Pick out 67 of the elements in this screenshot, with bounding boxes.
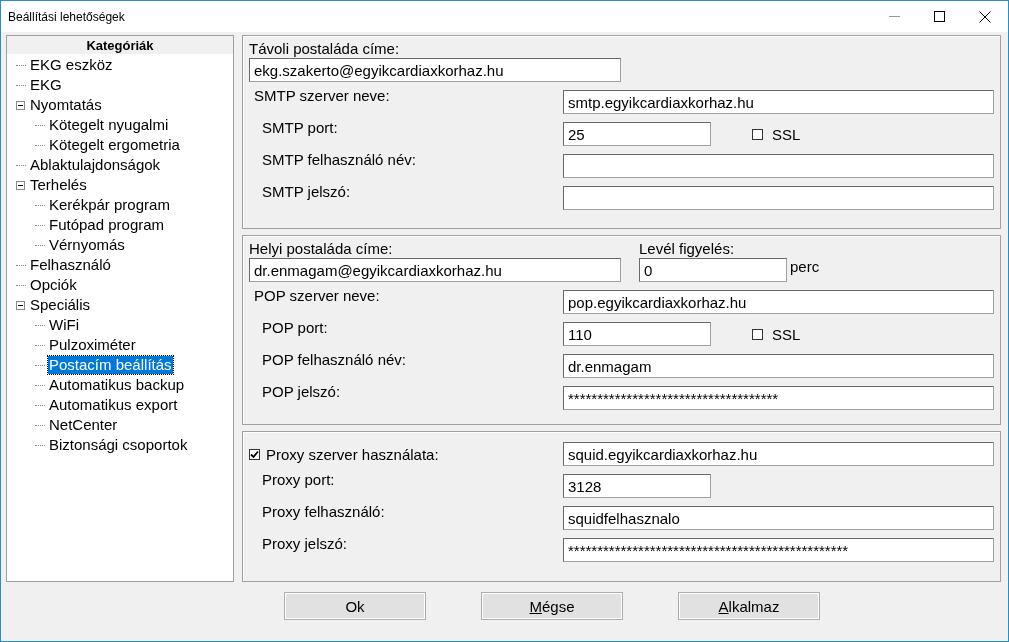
close-icon[interactable] (979, 10, 991, 23)
tree-item[interactable]: Futópad program (48, 216, 166, 234)
input-field[interactable]: dr.enmagam@egyikcardiaxkorhaz.hu (249, 258, 621, 282)
tree-item[interactable]: NetCenter (48, 416, 119, 434)
input-field[interactable]: ekg.szakerto@egyikcardiaxkorhaz.hu (249, 58, 621, 82)
field-label: SMTP jelszó: (262, 183, 351, 200)
collapse-icon[interactable] (16, 100, 25, 110)
field-label: Helyi postaláda címe: (249, 240, 394, 257)
field-label: Proxy port: (262, 471, 335, 488)
dialog-button[interactable]: Alkalmaz (678, 592, 820, 620)
checkbox[interactable] (752, 128, 763, 140)
tree-item[interactable]: Postacím beállítás (48, 356, 173, 374)
tree-item[interactable]: Kerékpár program (48, 196, 171, 214)
checkbox[interactable] (249, 448, 260, 460)
tree-item[interactable]: Automatikus backup (48, 376, 186, 394)
checkbox-label: SSL (772, 325, 801, 343)
field-label: Proxy felhasználó: (262, 503, 385, 520)
checkbox-label: SSL (772, 125, 801, 143)
field-label: POP port: (262, 319, 328, 336)
field-label: POP jelszó: (262, 383, 341, 400)
tree-item[interactable]: Nyomtatás (29, 96, 103, 114)
field-label: Levél figyelés: (639, 240, 736, 257)
collapse-icon[interactable] (16, 300, 25, 310)
input-field[interactable]: dr.enmagam (563, 354, 994, 378)
tree-item[interactable]: EKG (29, 76, 63, 94)
field-label: SMTP felhasználó név: (262, 151, 416, 168)
collapse-icon[interactable] (16, 180, 25, 190)
tree-item[interactable]: Ablaktulajdonságok (29, 156, 162, 174)
input-field[interactable]: smtp.egyikcardiaxkorhaz.hu (563, 90, 994, 114)
input-field[interactable]: 0 (639, 258, 787, 282)
input-field[interactable]: ************************************************ (563, 538, 994, 562)
tree-item[interactable]: Felhasználó (29, 256, 112, 274)
tree-item[interactable]: WiFi (48, 316, 80, 334)
tree-item[interactable]: Automatikus export (48, 396, 179, 414)
tree-item[interactable]: Kötegelt ergometria (48, 136, 181, 154)
tree-item[interactable]: Vérnyomás (48, 236, 126, 254)
input-field[interactable]: squid.egyikcardiaxkorhaz.hu (563, 442, 994, 466)
field-label: Proxy jelszó: (262, 535, 348, 552)
unit-label: perc (790, 257, 820, 275)
tree-header: Kategóriák (7, 36, 233, 54)
field-label: POP szerver neve: (254, 287, 380, 304)
tree-item[interactable]: Terhelés (29, 176, 88, 194)
tree-item[interactable]: Pulzoximéter (48, 336, 137, 354)
tree-item[interactable]: Kötegelt nyugalmi (48, 116, 170, 134)
input-field[interactable]: pop.egyikcardiaxkorhaz.hu (563, 290, 994, 314)
checkbox[interactable] (752, 328, 763, 340)
input-field[interactable]: squidfelhasznalo (563, 506, 994, 530)
input-field[interactable] (563, 186, 994, 210)
tree-item[interactable]: EKG eszköz (29, 56, 114, 74)
field-label: Távoli postaláda címe: (249, 40, 401, 57)
input-field[interactable]: 25 (563, 122, 711, 146)
window-title: Beállítási lehetőségek (7, 9, 125, 24)
tree-item[interactable]: Biztonsági csoportok (48, 436, 189, 454)
field-label: POP felhasználó név: (262, 351, 406, 368)
input-field[interactable]: ************************************ (563, 386, 994, 410)
dialog-button[interactable]: Mégse (481, 592, 623, 620)
maximize-icon[interactable] (934, 11, 945, 22)
tree-item[interactable]: Speciális (29, 296, 92, 314)
dialog-button[interactable]: Ok (284, 592, 426, 620)
field-label: SMTP szerver neve: (254, 87, 390, 104)
input-field[interactable]: 3128 (563, 474, 711, 498)
field-label: Proxy szerver használata: (266, 445, 439, 463)
field-label: SMTP port: (262, 119, 338, 136)
minimize-icon[interactable] (889, 15, 900, 18)
tree-item[interactable]: Opciók (29, 276, 78, 294)
input-field[interactable]: 110 (563, 322, 711, 346)
input-field[interactable] (563, 154, 994, 178)
